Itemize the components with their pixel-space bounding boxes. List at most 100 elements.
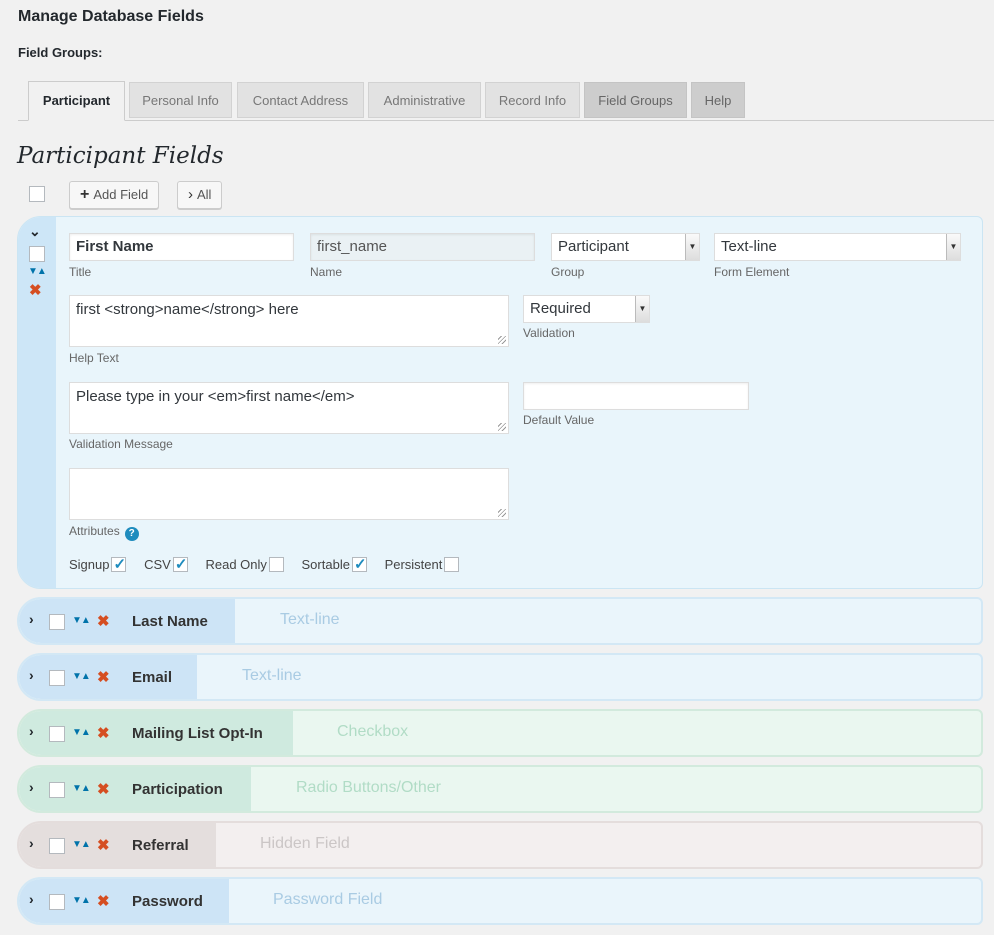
attributes-textarea[interactable] (69, 468, 509, 520)
group-select-value: Participant (558, 238, 629, 255)
name-input[interactable]: first_name (310, 233, 535, 261)
default-value-label: Default Value (523, 413, 595, 427)
form-element-label: Form Element (714, 265, 790, 279)
help-question-icon[interactable]: ? (124, 527, 139, 541)
tab-participant[interactable]: Participant (28, 81, 125, 121)
field-row[interactable]: › ▼▲ ✖ Participation Radio Buttons/Other (17, 765, 983, 813)
page-title: Manage Database Fields (18, 8, 204, 25)
field-row[interactable]: › ▼▲ ✖ Referral Hidden Field (17, 821, 983, 869)
reorder-icon[interactable]: ▼▲ (72, 783, 91, 794)
field-flags: Signup CSV Read Only Sortable Persistent (69, 555, 473, 573)
field-name: Referral (132, 837, 189, 854)
field-type: Text-line (242, 667, 302, 684)
field-select-checkbox[interactable] (29, 246, 45, 262)
add-field-button[interactable]: + Add Field (69, 181, 160, 209)
help-text-textarea[interactable]: first <strong>name</strong> here (69, 295, 509, 347)
flag-sortable: Sortable (302, 555, 367, 573)
title-label: Title (69, 265, 92, 279)
reorder-icon[interactable]: ▼▲ (72, 671, 91, 682)
field-type: Radio Buttons/Other (296, 779, 441, 796)
plus-icon: + (80, 186, 90, 203)
field-groups-label: Field Groups: (18, 45, 103, 60)
field-select-checkbox[interactable] (49, 614, 65, 630)
chevron-right-icon[interactable]: › (29, 611, 34, 627)
chevron-down-icon[interactable]: ⌄ (29, 223, 41, 240)
help-text-label: Help Text (69, 351, 119, 365)
expand-all-button[interactable]: › All (177, 181, 223, 209)
add-field-label: Add Field (93, 187, 149, 202)
field-type: Checkbox (337, 723, 409, 740)
flag-persistent: Persistent (385, 557, 460, 572)
csv-checkbox[interactable] (172, 555, 188, 573)
title-input[interactable]: First Name (69, 233, 294, 261)
field-row[interactable]: › ▼▲ ✖ Email Text-line (17, 653, 983, 701)
sortable-checkbox[interactable] (351, 555, 367, 573)
field-select-checkbox[interactable] (49, 838, 65, 854)
reorder-icon[interactable]: ▼▲ (72, 839, 91, 850)
attributes-label: Attributes (69, 524, 120, 538)
group-select[interactable]: Participant ▼ (551, 233, 700, 261)
tab-personal-info[interactable]: Personal Info (129, 82, 232, 118)
flag-label: Read Only (205, 557, 267, 572)
form-element-select[interactable]: Text-line ▼ (714, 233, 961, 261)
dropdown-arrow-icon: ▼ (685, 234, 699, 260)
select-all-checkbox[interactable] (29, 186, 45, 202)
delete-icon[interactable]: ✖ (97, 892, 110, 910)
reorder-icon[interactable]: ▼▲ (28, 266, 47, 277)
field-first-name-expanded: ⌄ ▼▲ ✖ First Name Title first_name Name … (17, 216, 983, 589)
flag-csv: CSV (144, 555, 188, 573)
signup-checkbox[interactable] (111, 555, 127, 573)
field-select-checkbox[interactable] (49, 726, 65, 742)
chevron-right-icon[interactable]: › (29, 667, 34, 683)
validation-message-label: Validation Message (69, 437, 173, 451)
tab-help[interactable]: Help (691, 82, 745, 118)
chevron-right-icon[interactable]: › (29, 891, 34, 907)
tab-field-groups[interactable]: Field Groups (584, 82, 687, 118)
dropdown-arrow-icon: ▼ (946, 234, 960, 260)
reorder-icon[interactable]: ▼▲ (72, 727, 91, 738)
flag-read-only: Read Only (205, 557, 284, 572)
delete-icon[interactable]: ✖ (97, 836, 110, 854)
field-name: Participation (132, 781, 223, 798)
dropdown-arrow-icon: ▼ (635, 296, 649, 322)
field-select-checkbox[interactable] (49, 894, 65, 910)
reorder-icon[interactable]: ▼▲ (72, 895, 91, 906)
delete-icon[interactable]: ✖ (97, 780, 110, 798)
tab-contact-address[interactable]: Contact Address (237, 82, 364, 118)
delete-icon[interactable]: ✖ (29, 281, 42, 299)
persistent-checkbox[interactable] (444, 557, 460, 572)
field-row[interactable]: › ▼▲ ✖ Mailing List Opt-In Checkbox (17, 709, 983, 757)
delete-icon[interactable]: ✖ (97, 724, 110, 742)
default-value-input[interactable] (523, 382, 749, 410)
delete-icon[interactable]: ✖ (97, 668, 110, 686)
field-name: Password (132, 893, 203, 910)
field-row[interactable]: › ▼▲ ✖ Password Password Field (17, 877, 983, 925)
chevron-right-icon[interactable]: › (29, 723, 34, 739)
chevron-right-icon[interactable]: › (29, 779, 34, 795)
flag-label: Persistent (384, 557, 443, 572)
flag-signup: Signup (69, 555, 127, 573)
name-label: Name (310, 265, 343, 279)
expand-all-label: All (197, 187, 212, 202)
form-element-select-value: Text-line (721, 238, 777, 255)
validation-select[interactable]: Required ▼ (523, 295, 650, 323)
tab-record-info[interactable]: Record Info (485, 82, 580, 118)
validation-message-textarea[interactable]: Please type in your <em>first name</em> (69, 382, 509, 434)
delete-icon[interactable]: ✖ (97, 612, 110, 630)
field-name: Mailing List Opt-In (132, 725, 263, 742)
tab-administrative[interactable]: Administrative (368, 82, 481, 118)
field-select-checkbox[interactable] (49, 782, 65, 798)
field-controls: ⌄ ▼▲ ✖ (18, 217, 56, 588)
field-select-checkbox[interactable] (49, 670, 65, 686)
chevron-right-icon: › (188, 186, 193, 203)
attributes-label-wrap: Attributes? (69, 524, 139, 541)
field-group-tabs: Participant Personal Info Contact Addres… (18, 81, 994, 121)
read-only-checkbox[interactable] (268, 557, 284, 572)
section-title: Participant Fields (17, 143, 224, 169)
chevron-right-icon[interactable]: › (29, 835, 34, 851)
field-type: Text-line (280, 611, 340, 628)
field-name: Last Name (132, 613, 208, 630)
reorder-icon[interactable]: ▼▲ (72, 615, 91, 626)
field-type: Hidden Field (260, 835, 350, 852)
field-row[interactable]: › ▼▲ ✖ Last Name Text-line (17, 597, 983, 645)
